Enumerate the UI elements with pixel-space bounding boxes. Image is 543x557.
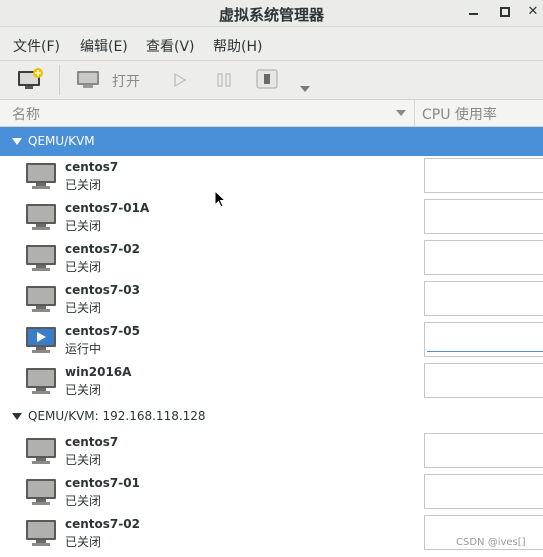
vm-row[interactable]: centos7-02 已关闭 — [0, 238, 543, 279]
monitor-icon — [77, 71, 99, 88]
column-name[interactable]: 名称 — [12, 104, 40, 124]
vm-off-icon — [25, 478, 57, 506]
connection-label: QEMU/KVM — [28, 134, 95, 148]
vm-state: 运行中 — [65, 342, 102, 356]
sort-arrow-icon[interactable] — [396, 110, 406, 116]
mouse-cursor-icon — [214, 190, 226, 208]
vm-off-icon — [25, 437, 57, 465]
cpu-usage-line — [427, 351, 543, 352]
vm-name: centos7-01A — [65, 201, 150, 215]
power-icon — [256, 69, 278, 89]
vm-off-icon — [25, 285, 57, 313]
vm-state: 已关闭 — [65, 535, 102, 549]
connection-group-local[interactable]: QEMU/KVM — [0, 127, 543, 156]
connection-group-remote[interactable]: QEMU/KVM: 192.168.118.128 — [0, 402, 543, 431]
vm-row[interactable]: centos7 已关闭 — [0, 156, 543, 197]
vm-row[interactable]: centos7-01 已关闭 — [0, 472, 543, 513]
close-icon: ✕ — [527, 4, 539, 19]
vm-row[interactable]: centos7-05 运行中 — [0, 320, 543, 361]
menu-edit[interactable]: 编辑(E) — [80, 36, 128, 56]
vm-state: 已关闭 — [65, 453, 102, 467]
menu-bar: 文件(F) 编辑(E) 查看(V) 帮助(H) — [0, 27, 543, 61]
play-icon — [174, 72, 187, 88]
maximize-button[interactable] — [496, 3, 514, 21]
menu-file[interactable]: 文件(F) — [13, 36, 60, 56]
connection-label: QEMU/KVM: 192.168.118.128 — [28, 409, 206, 423]
vm-off-icon — [25, 367, 57, 395]
expand-triangle-icon[interactable] — [12, 413, 22, 420]
cpu-usage-graph — [424, 240, 543, 275]
vm-state: 已关闭 — [65, 383, 102, 397]
vm-name: centos7-02 — [65, 242, 140, 256]
menu-view[interactable]: 查看(V) — [146, 36, 195, 56]
cpu-usage-graph — [424, 322, 543, 357]
vm-name: centos7-01 — [65, 476, 140, 490]
vm-name: centos7 — [65, 435, 119, 449]
vm-off-icon — [25, 244, 57, 272]
vm-row[interactable]: win2016A 已关闭 — [0, 361, 543, 402]
pause-button[interactable] — [216, 72, 232, 92]
expand-triangle-icon[interactable] — [12, 138, 22, 145]
vm-state: 已关闭 — [65, 260, 102, 274]
vm-off-icon — [25, 162, 57, 190]
minimize-icon — [468, 12, 478, 15]
menu-help[interactable]: 帮助(H) — [213, 36, 262, 56]
vm-running-icon — [25, 326, 57, 354]
cpu-usage-graph — [424, 281, 543, 316]
vm-state: 已关闭 — [65, 301, 102, 315]
column-divider[interactable] — [414, 100, 415, 126]
vm-off-icon — [25, 519, 57, 547]
watermark: CSDN @ives[] — [456, 537, 526, 548]
vm-name: centos7-05 — [65, 324, 140, 338]
vm-name: win2016A — [65, 365, 132, 379]
chevron-down-icon — [300, 86, 310, 92]
maximize-icon — [500, 6, 510, 17]
cpu-usage-graph — [424, 363, 543, 398]
title-bar: 虚拟系统管理器 ✕ — [0, 0, 543, 27]
vm-off-icon — [25, 203, 57, 231]
toolbar: 打开 — [0, 61, 543, 100]
cpu-usage-graph — [424, 433, 543, 468]
new-vm-icon — [18, 68, 43, 89]
new-vm-button[interactable] — [17, 68, 45, 96]
open-label[interactable]: 打开 — [112, 71, 140, 91]
vm-state: 已关闭 — [65, 178, 102, 192]
vm-state: 已关闭 — [65, 219, 102, 233]
shutdown-button[interactable] — [256, 69, 278, 93]
cpu-usage-graph — [424, 158, 543, 193]
column-header: 名称 CPU 使用率 — [0, 100, 543, 127]
vm-state: 已关闭 — [65, 494, 102, 508]
column-cpu-usage[interactable]: CPU 使用率 — [422, 104, 497, 124]
pause-icon — [217, 73, 231, 87]
vm-name: centos7-02 — [65, 517, 140, 531]
window-title: 虚拟系统管理器 — [218, 6, 324, 24]
shutdown-dropdown[interactable] — [300, 77, 310, 96]
vm-row[interactable]: centos7 已关闭 — [0, 431, 543, 472]
vm-name: centos7-03 — [65, 283, 140, 297]
toolbar-separator — [59, 65, 60, 95]
open-console-button[interactable] — [76, 70, 100, 94]
cpu-usage-graph — [424, 199, 543, 234]
vm-name: centos7 — [65, 160, 119, 174]
cpu-usage-graph — [424, 474, 543, 509]
minimize-button[interactable] — [464, 3, 482, 21]
run-button[interactable] — [172, 72, 188, 92]
close-button[interactable]: ✕ — [524, 3, 542, 21]
vm-row[interactable]: centos7-01A 已关闭 — [0, 197, 543, 238]
vm-row[interactable]: centos7-03 已关闭 — [0, 279, 543, 320]
